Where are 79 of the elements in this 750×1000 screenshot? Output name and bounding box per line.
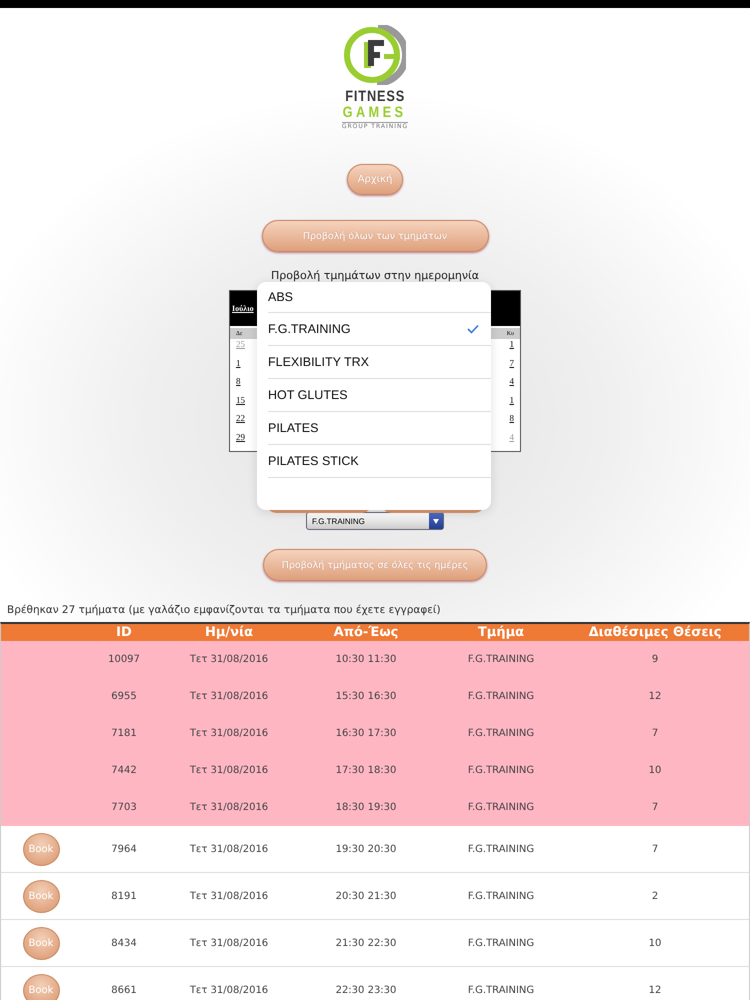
menu-option[interactable]: ABS [268,282,491,313]
table-cell-text: 10097 [107,654,141,665]
logo-text: GAMES [343,105,407,121]
calendar-day[interactable]: 15 [236,394,245,413]
table-cell-text: F.G.TRAINING [466,984,536,996]
table-cell-text: Τετ 31/08/2016 [188,984,270,996]
table-cell-text: 21:30 22:30 [334,938,398,948]
date-label: Προβολή τμημάτων στην ημερομηνία [271,269,479,282]
table-cell-text: 7181 [110,728,138,739]
class-select[interactable]: F.G.TRAINING [306,512,444,530]
table-cell-text: F.G.TRAINING [466,890,536,902]
table-cell-text: 17:30 18:30 [334,765,398,776]
calendar-day[interactable]: 29 [236,432,245,450]
table-cell-text: 19:30 20:30 [334,844,398,854]
calendar-day[interactable]: 4 [510,376,514,394]
option-label: F.G.TRAINING [268,322,351,336]
table-cell-text: F.G.TRAINING [466,802,536,813]
table-cell-text: Τετ 31/08/2016 [188,654,270,665]
table-cell-text: 12 [648,984,662,996]
table-cell-text: F.G.TRAINING [466,844,536,854]
table-cell-text: F.G.TRAINING [466,654,536,665]
table-cell-text: 9 [650,654,660,665]
table-cell-text: 10 [648,765,662,776]
table-cell-text: 18:30 19:30 [334,802,398,813]
table-cell-text: 8434 [110,938,138,948]
calendar-month[interactable]: Ιούλιο [232,304,254,313]
table-cell-text: Τετ 31/08/2016 [188,728,270,739]
results-text: Βρέθηκαν 27 τμήματα (με γαλάζιο εμφανίζονται τα τμήματα που έχετε εγγραφεί) [7,604,442,616]
calendar-day[interactable]: 8 [510,413,514,432]
table-cell-text: 7703 [110,802,138,813]
table-cell-text: 7 [650,844,660,854]
calendar-day[interactable]: 22 [236,413,245,432]
table-cell-text: 8661 [110,984,138,996]
table-cell-text: 20:30 21:30 [334,890,398,902]
table-cell-text: 7 [650,802,660,813]
option-label: HOT GLUTES [268,388,348,402]
table-cell-text: 15:30 16:30 [334,691,398,702]
option-label: PILATES [268,421,318,435]
table-cell-text: 8191 [110,890,138,902]
table-cell-text: 22:30 23:30 [334,984,398,996]
column-header: Διαθέσιμες Θέσεις [588,625,722,640]
table-cell-text: 12 [648,691,662,702]
menu-option[interactable]: PILATES STICK [268,445,491,478]
menu-option[interactable]: FLEXIBILITY TRX [268,346,491,379]
table-cell-text: 7442 [110,765,138,776]
logo-text: FITNESS [345,89,405,105]
calendar-day[interactable]: 7 [510,358,514,376]
table-cell-text: F.G.TRAINING [466,691,536,702]
table-cell-text: F.G.TRAINING [466,765,536,776]
calendar-day[interactable]: 1 [510,394,514,413]
table-cell-text: Τετ 31/08/2016 [188,802,270,813]
column-header: ID [115,625,133,640]
menu-option[interactable]: F.G.TRAINING [268,313,491,346]
table-cell-text: Τετ 31/08/2016 [188,938,270,948]
option-label: ABS [268,290,294,304]
table-cell-text: 6955 [110,691,138,702]
table-cell-text: F.G.TRAINING [466,728,536,739]
calendar-day[interactable]: 1 [236,358,245,376]
calendar-day[interactable]: 1 [510,339,514,358]
menu-option[interactable]: PILATES [268,412,491,445]
select-value: F.G.TRAINING [312,516,365,526]
table-cell-text: Τετ 31/08/2016 [188,890,270,902]
calendar-day[interactable]: 8 [236,376,245,394]
column-header: Ημ/νία [204,625,254,640]
table-cell-text: 10:30 11:30 [334,654,398,665]
table-cell-text: 7964 [110,844,138,854]
column-header: Τμήμα [476,625,526,640]
menu-option[interactable]: HOT GLUTES [268,379,491,412]
table-cell-text: Τετ 31/08/2016 [188,844,270,854]
column-header: Από-Έως [332,625,400,640]
table-cell-text: Τετ 31/08/2016 [188,765,270,776]
table-cell-text: F.G.TRAINING [466,938,536,948]
table-cell-text: 7 [650,728,660,739]
option-label: PILATES STICK [268,454,359,468]
table-cell-text: 10 [648,938,662,948]
table-cell-text: 2 [650,890,660,902]
option-label: FLEXIBILITY TRX [268,355,369,369]
table-cell-text: Τετ 31/08/2016 [188,691,270,702]
table-cell-text: 16:30 17:30 [334,728,398,739]
